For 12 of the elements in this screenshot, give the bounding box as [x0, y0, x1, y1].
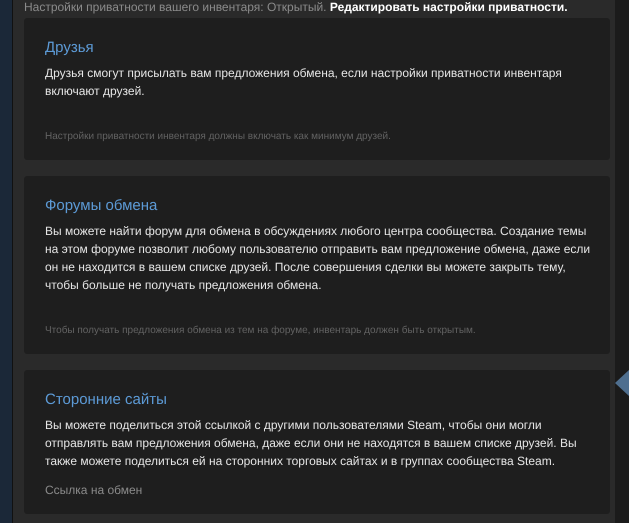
section-note: Чтобы получать предложения обмена из тем на форуме, инвентарь должен быть открытым.	[45, 324, 477, 338]
section-title: Сторонние сайты	[45, 390, 168, 410]
triangle-icon[interactable]	[615, 370, 629, 396]
section-description: Вы можете поделиться этой ссылкой с другими пользователями Steam, чтобы они могли отправлять вам предложения обмена, даже если они не находятся в вашем списке друзей. Вы также можете поделиться ей на сторонних торговых сайтах и в группах сообщества Steam.	[45, 417, 578, 470]
privacy-status: Настройки приватности вашего инвентаря: Открытый.	[24, 0, 327, 14]
field-label: Ссылка на обмен	[45, 482, 144, 498]
section-title: Форумы обмена	[45, 196, 158, 216]
section-description: Вы можете найти форум для обмена в обсуждениях любого центра сообщества. Создание темы на этом форуме позволит любому пользователю отправить вам предложение обмена, даже если он не находится в вашем списке друзей. После совершения сделки вы можете закрыть тему, чтобы больше не получать предложения обмена.	[45, 223, 592, 294]
section-note: Настройки приватности инвентаря должны включать как минимум друзей.	[45, 130, 392, 144]
section-description: Друзья смогут присылать вам предложения обмена, если настройки приватности инвентаря включают друзей.	[45, 65, 563, 100]
section-title: Друзья	[45, 38, 95, 58]
edit-privacy-link[interactable]: Редактировать настройки приватности.	[330, 0, 568, 14]
